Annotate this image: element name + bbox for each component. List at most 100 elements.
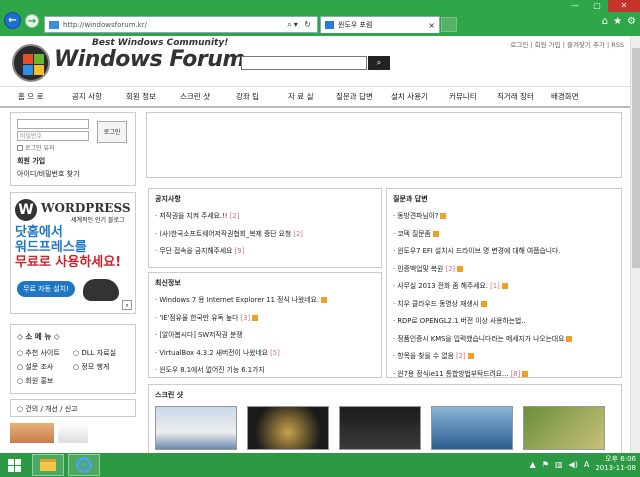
menu-screenshot[interactable]: 스크린 샷 xyxy=(180,91,236,102)
login-box: 비밀번호 로그인 로그인 유지 회원 가입 아이디/비밀번호 찾기 xyxy=(10,112,136,186)
list-item[interactable]: · (사)한국소프트웨어저작권협회_복제 중단 요청 [2] xyxy=(155,228,375,238)
site-favicon-icon xyxy=(49,20,59,29)
ad-sub: 세계적인 인기 블로그 xyxy=(71,217,125,224)
close-window-button[interactable]: ✕ xyxy=(608,0,640,12)
list-item[interactable]: · 코덱 질문좀 xyxy=(393,228,615,238)
list-item[interactable]: · 동방견파님이? xyxy=(393,210,615,220)
menu-tips[interactable]: 강좌 팁 xyxy=(236,91,288,102)
left-sidebar: 비밀번호 로그인 로그인 유지 회원 가입 아이디/비밀번호 찾기 W WORD… xyxy=(10,112,136,443)
latest-title[interactable]: 최신정보 xyxy=(155,278,375,288)
menu-qna[interactable]: 질문과 답변 xyxy=(336,91,391,102)
notice-title[interactable]: 공지사항 xyxy=(155,194,375,204)
site-search-input[interactable] xyxy=(241,56,367,70)
small-menu-meetup[interactable]: ○ 정모 행게 xyxy=(73,362,129,372)
report-link[interactable]: ○ 건의 / 개선 / 신고 xyxy=(10,399,136,417)
list-item[interactable]: · [알아봅시다] SW저작권 분쟁 xyxy=(155,329,375,339)
address-actions[interactable]: ⌕▾ ↻ xyxy=(287,20,317,30)
vertical-scrollbar[interactable] xyxy=(630,36,640,453)
small-menu-survey[interactable]: ○ 설문 조사 xyxy=(17,362,73,372)
new-badge-icon xyxy=(480,300,487,307)
list-item[interactable]: · Windows 7 용 Internet Explorer 11 정식 나왔… xyxy=(155,294,375,304)
browser-window: ← → http://windowsforum.kr/ ⌕▾ ↻ 윈도우 포럼 … xyxy=(0,0,640,453)
small-menu-recommended[interactable]: ○ 추천 사이트 xyxy=(17,348,73,358)
qna-panel: 질문과 답변 · 동방견파님이? · 코덱 질문좀 · 윈도우7 EFI 설치시… xyxy=(386,188,622,378)
sidebar-thumbs[interactable] xyxy=(10,423,136,443)
list-item[interactable]: · 저작권을 지켜 주세요.!! [2] xyxy=(155,210,375,220)
site-logo-text[interactable]: Windows Forum xyxy=(54,47,245,72)
screenshot-thumb[interactable] xyxy=(247,406,329,450)
new-badge-icon xyxy=(320,297,327,303)
tab-windowsforum[interactable]: 윈도우 포럼 × xyxy=(320,16,440,33)
menu-review[interactable]: 설치 사용기 xyxy=(391,91,449,102)
browser-titlebar: ← → http://windowsforum.kr/ ⌕▾ ↻ 윈도우 포럼 … xyxy=(0,0,640,36)
menu-files[interactable]: 자 료 실 xyxy=(288,91,336,102)
tab-close-icon[interactable]: × xyxy=(428,21,439,30)
ad-install-button[interactable]: 무료 자동 설치! xyxy=(17,281,75,297)
wordpress-logo-icon: W xyxy=(15,199,37,221)
tray-arrow-icon[interactable]: ▲ xyxy=(530,460,536,469)
favorites-star-icon[interactable]: ★ xyxy=(613,16,622,27)
flag-icon[interactable]: ⚑ xyxy=(542,460,549,469)
address-bar[interactable]: http://windowsforum.kr/ ⌕▾ ↻ xyxy=(44,16,318,33)
start-button[interactable] xyxy=(0,453,28,477)
menu-market[interactable]: 직거래 장터 xyxy=(497,91,551,102)
ad-headline: 닷홈에서 워드프레스를 무료로 사용하세요! xyxy=(15,225,122,270)
search-icon[interactable]: ⌕ xyxy=(368,56,390,70)
find-account-link[interactable]: 아이디/비밀번호 찾기 xyxy=(17,169,129,179)
ime-indicator[interactable]: A xyxy=(584,460,589,469)
wordpress-ad-banner[interactable]: W WORDPRESS 세계적인 인기 블로그 닷홈에서 워드프레스를 무료로 … xyxy=(10,192,136,314)
list-item[interactable]: · 사무실 2013 전화 좀 해주세요. [1] xyxy=(393,280,615,290)
list-item[interactable]: · 인증백업및 복원 [2] xyxy=(393,263,615,273)
list-item[interactable]: · VirtualBox 4.3.2 새버전이 나왔네요 [5] xyxy=(155,347,375,357)
menu-home[interactable]: 홈 으 로 xyxy=(18,91,72,102)
gear-icon[interactable]: ⚙ xyxy=(627,16,636,27)
list-item[interactable]: · 정품인증시 KMS을 입력했습니다라는 메세지가 나오는대요 xyxy=(393,333,615,343)
notice-panel: 공지사항 · 저작권을 지켜 주세요.!! [2] · (사)한국소프트웨어저작… xyxy=(148,188,382,268)
screenshot-thumb[interactable] xyxy=(339,406,421,450)
minimize-button[interactable]: — xyxy=(564,0,586,12)
back-button[interactable]: ← xyxy=(4,12,21,29)
password-input[interactable]: 비밀번호 xyxy=(17,131,89,141)
system-tray: ▲ ⚑ ▥ ◀) A 오후 6:06 2013-11-08 xyxy=(530,455,636,473)
screenshot-thumb[interactable] xyxy=(155,406,237,450)
small-menu-promo[interactable]: ○ 회원 홍보 xyxy=(17,376,73,386)
tab-favicon-icon xyxy=(325,21,334,29)
volume-icon[interactable]: ◀) xyxy=(569,460,578,469)
login-button[interactable]: 로그인 xyxy=(97,121,127,143)
screenshot-thumb[interactable] xyxy=(523,406,605,450)
keep-login-checkbox[interactable]: 로그인 유지 xyxy=(17,143,129,152)
list-item[interactable]: · 윈도우7 EFI 설치시 드라이브 명 변경에 대해 여쭙습니다. xyxy=(393,245,615,255)
qna-title[interactable]: 질문과 답변 xyxy=(393,194,615,204)
maximize-button[interactable]: ▢ xyxy=(586,0,608,12)
windows-start-icon xyxy=(7,458,21,472)
list-item[interactable]: · 'IE'점유율 한국만 유독 높다 [3] xyxy=(155,312,375,322)
menu-member[interactable]: 회원 정보 xyxy=(126,91,180,102)
keep-login-label: 로그인 유지 xyxy=(25,145,55,152)
list-item[interactable]: · 윈도우 8.1에서 없어진 기능 6.1가지 xyxy=(155,364,375,374)
id-input[interactable] xyxy=(17,119,89,129)
address-url[interactable]: http://windowsforum.kr/ xyxy=(63,21,287,29)
windows-logo-icon[interactable] xyxy=(12,44,50,82)
forward-button[interactable]: → xyxy=(25,14,39,28)
join-link[interactable]: 회원 가입 xyxy=(17,156,129,166)
small-menu-dll[interactable]: ○ DLL 자료실 xyxy=(73,348,129,358)
menu-wallpaper[interactable]: 배경화면 xyxy=(551,91,601,102)
list-item[interactable]: · RDP로 OPENGL2.1 버전 이상 사용하는법.. xyxy=(393,315,615,325)
home-icon[interactable]: ⌂ xyxy=(602,16,608,27)
list-item[interactable]: · 항목을 찾을 수 없음 [2] xyxy=(393,350,615,360)
latest-panel: 최신정보 · Windows 7 용 Internet Explorer 11 … xyxy=(148,272,382,378)
top-links[interactable]: 로그인 | 회원 가입 | 즐겨찾기 추가 | RSS xyxy=(510,39,624,49)
screenshot-title[interactable]: 스크린 샷 xyxy=(155,390,615,400)
menu-notice[interactable]: 공지 사항 xyxy=(72,91,126,102)
taskbar-ie[interactable]: e xyxy=(68,454,100,476)
zoom-icon[interactable]: ⌕ xyxy=(122,300,132,310)
list-item[interactable]: · 무단 접속을 금지해주세요 [9] xyxy=(155,245,375,255)
clock[interactable]: 오후 6:06 2013-11-08 xyxy=(595,455,636,473)
taskbar-explorer[interactable] xyxy=(32,454,64,476)
list-item[interactable]: · 치우 클라우드 동영상 재생시 xyxy=(393,298,615,308)
list-item[interactable]: · 윈7용 정식ie11 통합방법부탁드려요... [8] xyxy=(393,368,615,378)
menu-community[interactable]: 커뮤니티 xyxy=(449,91,497,102)
screenshot-thumb[interactable] xyxy=(431,406,513,450)
network-icon[interactable]: ▥ xyxy=(555,460,563,469)
new-tab-button[interactable] xyxy=(441,17,457,32)
